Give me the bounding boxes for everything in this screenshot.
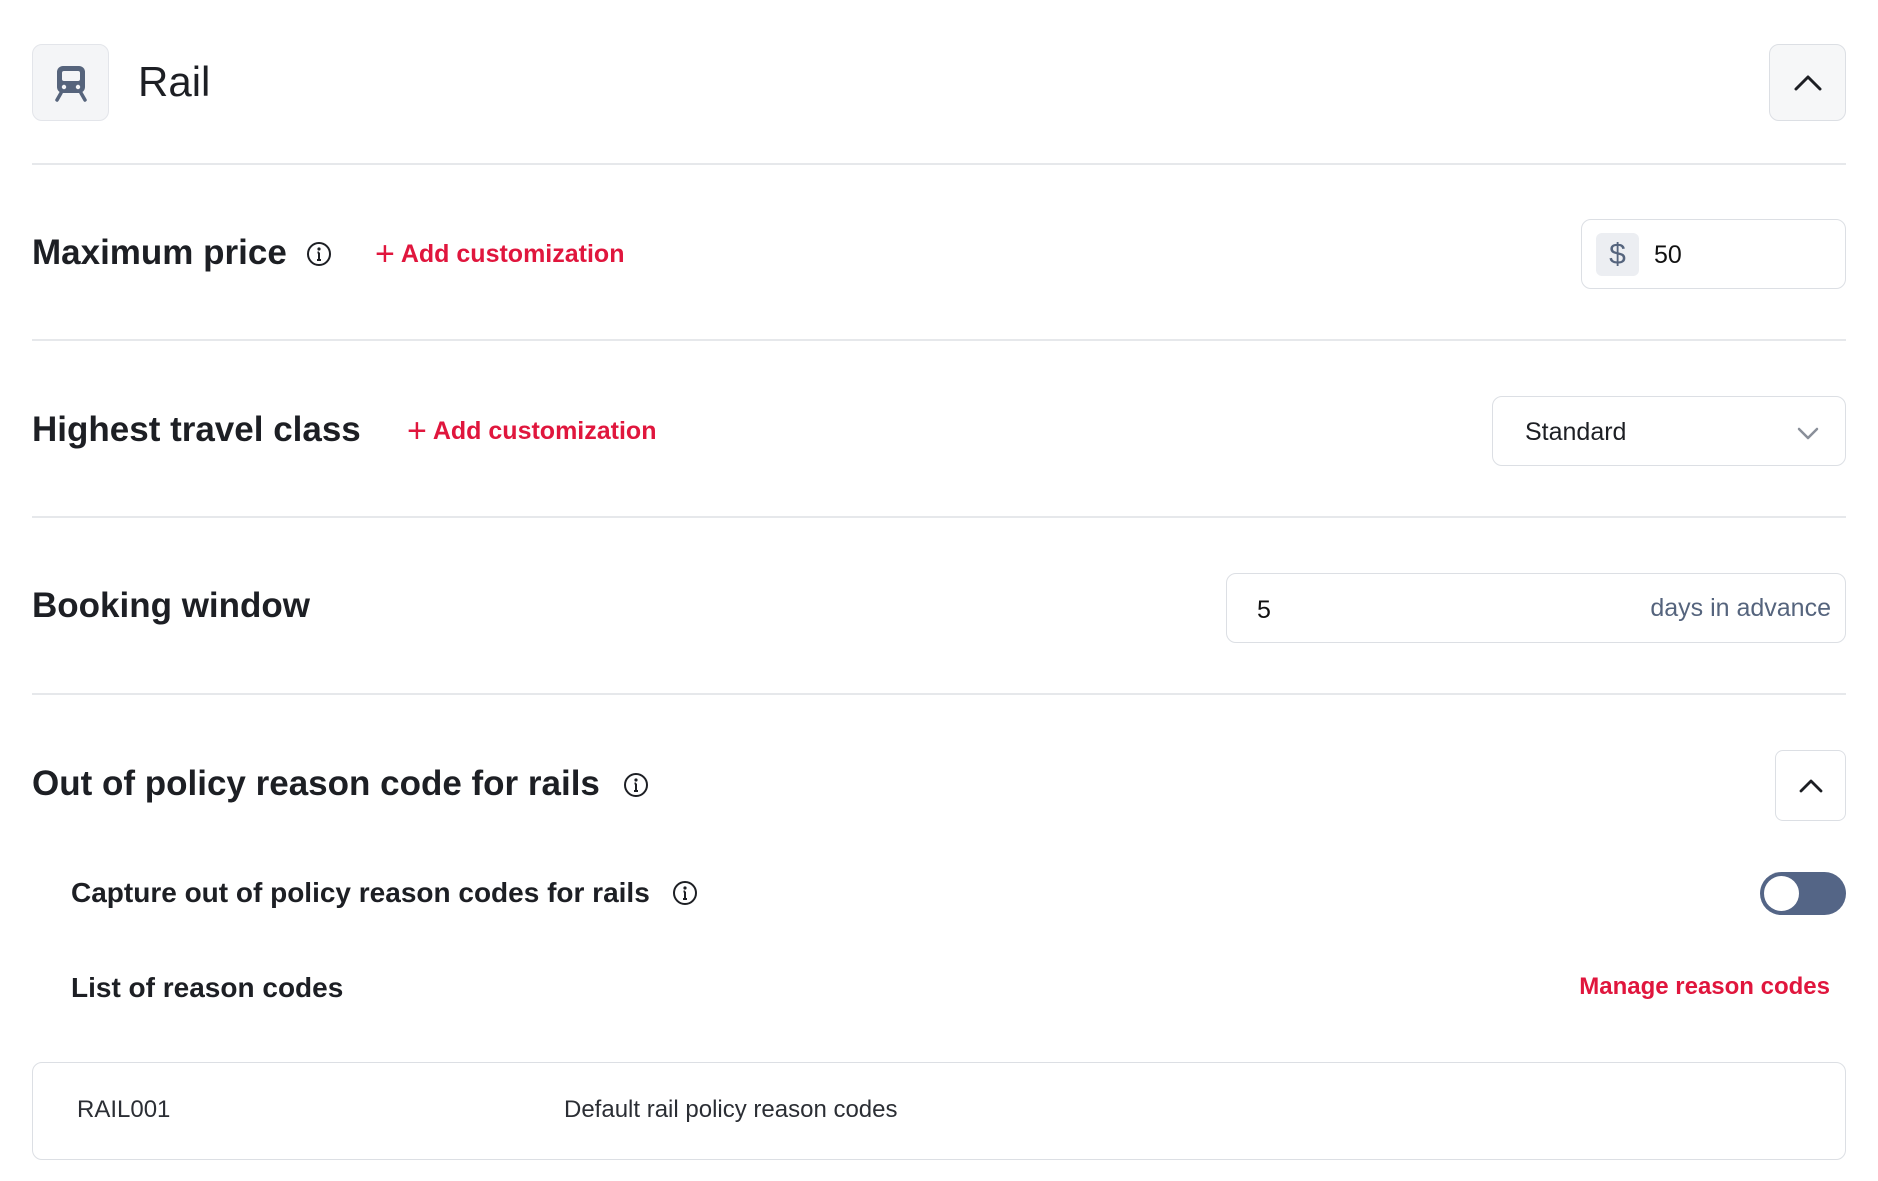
chevron-down-icon: [1797, 427, 1819, 440]
capture-reason-codes-label: Capture out of policy reason codes for r…: [71, 877, 650, 908]
reason-code-cell: RAIL001: [77, 1096, 171, 1123]
divider: [32, 339, 1846, 341]
chevron-up-icon: [1799, 779, 1822, 792]
travel-class-value: Standard: [1525, 418, 1627, 446]
info-icon[interactable]: [306, 241, 332, 267]
plus-icon: +: [375, 235, 395, 273]
reason-codes-table: RAIL001 Default rail policy reason codes: [32, 1062, 1846, 1160]
reason-description-cell: Default rail policy reason codes: [564, 1096, 898, 1123]
chevron-up-icon: [1794, 75, 1821, 90]
travel-class-select[interactable]: Standard: [1492, 396, 1846, 466]
page-title: Rail: [138, 58, 211, 105]
reason-code-section-label: Out of policy reason code for rails: [32, 764, 600, 803]
info-icon[interactable]: [672, 880, 698, 906]
booking-window-label: Booking window: [32, 586, 311, 625]
divider: [32, 163, 1846, 165]
collapse-rail-button[interactable]: [1769, 44, 1846, 121]
booking-window-value: 5: [1257, 596, 1271, 624]
divider: [32, 693, 1846, 695]
manage-reason-codes-link[interactable]: Manage reason codes: [1579, 972, 1830, 1002]
train-icon: [32, 44, 109, 121]
highest-travel-class-label: Highest travel class: [32, 410, 361, 449]
maximum-price-label: Maximum price: [32, 233, 287, 272]
maximum-price-value: 50: [1654, 241, 1682, 269]
toggle-knob: [1764, 876, 1799, 911]
maximum-price-input[interactable]: $ 50: [1581, 219, 1846, 289]
divider: [32, 516, 1846, 518]
booking-window-suffix: days in advance: [1650, 594, 1831, 622]
info-icon[interactable]: [623, 772, 649, 798]
currency-symbol: $: [1596, 233, 1639, 276]
capture-reason-codes-toggle[interactable]: [1760, 872, 1846, 915]
plus-icon: +: [407, 412, 427, 450]
add-customization-price-button[interactable]: + Add customization: [375, 235, 624, 273]
collapse-reason-codes-button[interactable]: [1775, 750, 1846, 821]
rail-section-header: Rail: [32, 44, 1846, 121]
list-of-reason-codes-label: List of reason codes: [71, 972, 344, 1003]
add-customization-class-button[interactable]: + Add customization: [407, 412, 656, 450]
booking-window-input[interactable]: 5 days in advance: [1226, 573, 1846, 643]
